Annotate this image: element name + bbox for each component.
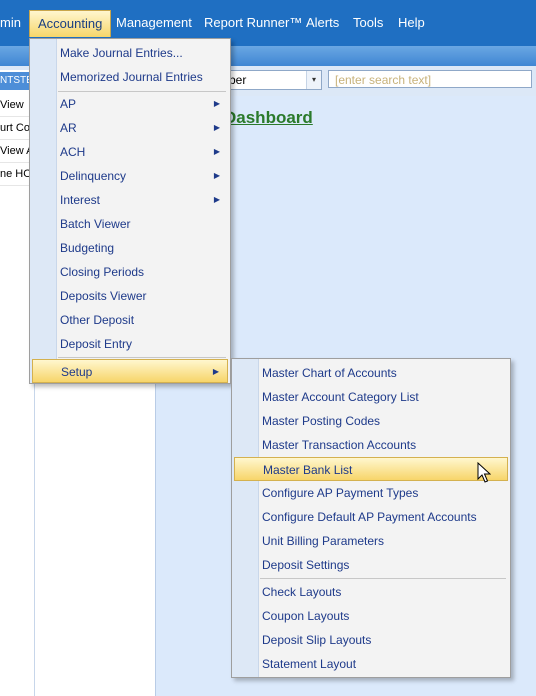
- submenu-arrow-icon: ▶: [213, 99, 220, 108]
- menu-item-label: AP: [60, 97, 77, 111]
- menu-item-configure-default-ap-payment-accounts[interactable]: Configure Default AP Payment Accounts: [234, 505, 508, 529]
- menu-item-coupon-layouts[interactable]: Coupon Layouts: [234, 604, 508, 628]
- menu-item-statement-layout[interactable]: Statement Layout: [234, 652, 508, 676]
- menu-item-other-deposit[interactable]: Other Deposit: [32, 308, 228, 332]
- submenu-arrow-icon: ▶: [213, 195, 220, 204]
- menu-item-make-journal-entries[interactable]: Make Journal Entries...: [32, 41, 228, 65]
- menu-item-master-chart-of-accounts[interactable]: Master Chart of Accounts: [234, 361, 508, 385]
- menu-item-batch-viewer[interactable]: Batch Viewer: [32, 212, 228, 236]
- menu-item-closing-periods[interactable]: Closing Periods: [32, 260, 228, 284]
- menu-item-setup[interactable]: Setup ▶: [32, 359, 228, 383]
- menu-accounting[interactable]: Accounting: [29, 10, 112, 37]
- submenu-arrow-icon: ▶: [213, 147, 220, 156]
- menu-item-ach[interactable]: ACH ▶: [32, 140, 228, 164]
- search-input[interactable]: [enter search text]: [328, 70, 532, 88]
- chevron-down-icon[interactable]: ▾: [306, 71, 321, 89]
- menu-admin[interactable]: min: [0, 0, 29, 46]
- menu-item-label: Setup: [61, 365, 93, 379]
- mouse-pointer-icon: [477, 462, 491, 483]
- submenu-arrow-icon: ▶: [212, 367, 219, 376]
- menu-item-ap[interactable]: AP ▶: [32, 92, 228, 116]
- setup-submenu: Master Chart of Accounts Master Account …: [231, 358, 511, 678]
- menu-item-interest[interactable]: Interest ▶: [32, 188, 228, 212]
- menu-item-memorized-journal-entries[interactable]: Memorized Journal Entries: [32, 65, 228, 89]
- menu-item-unit-billing-parameters[interactable]: Unit Billing Parameters: [234, 529, 508, 553]
- menu-item-ar[interactable]: AR ▶: [32, 116, 228, 140]
- menu-item-label: AR: [60, 121, 77, 135]
- menu-item-label: ACH: [60, 145, 86, 159]
- menu-tools[interactable]: Tools: [345, 0, 391, 46]
- menu-item-master-bank-list[interactable]: Master Bank List: [234, 457, 508, 481]
- menu-item-label: Interest: [60, 193, 101, 207]
- menu-separator: [58, 357, 226, 358]
- menu-item-configure-ap-payment-types[interactable]: Configure AP Payment Types: [234, 481, 508, 505]
- menu-separator: [260, 578, 506, 579]
- submenu-arrow-icon: ▶: [213, 123, 220, 132]
- menu-help[interactable]: Help: [390, 0, 433, 46]
- menu-item-check-layouts[interactable]: Check Layouts: [234, 580, 508, 604]
- menu-item-deposit-entry[interactable]: Deposit Entry: [32, 332, 228, 356]
- combo-value: ber: [229, 73, 247, 87]
- menu-item-delinquency[interactable]: Delinquency ▶: [32, 164, 228, 188]
- menu-alerts[interactable]: Alerts: [298, 0, 347, 46]
- menu-item-deposit-slip-layouts[interactable]: Deposit Slip Layouts: [234, 628, 508, 652]
- submenu-arrow-icon: ▶: [213, 171, 220, 180]
- dashboard-link[interactable]: Dashboard: [224, 108, 313, 128]
- menu-item-budgeting[interactable]: Budgeting: [32, 236, 228, 260]
- menu-item-master-account-category-list[interactable]: Master Account Category List: [234, 385, 508, 409]
- accounting-menu: Make Journal Entries... Memorized Journa…: [29, 38, 231, 384]
- menu-item-master-posting-codes[interactable]: Master Posting Codes: [234, 409, 508, 433]
- menu-item-deposit-settings[interactable]: Deposit Settings: [234, 553, 508, 577]
- search-field-combo[interactable]: ber ▾: [224, 70, 322, 90]
- menu-item-deposits-viewer[interactable]: Deposits Viewer: [32, 284, 228, 308]
- menu-item-label: Delinquency: [60, 169, 127, 183]
- menu-item-master-transaction-accounts[interactable]: Master Transaction Accounts: [234, 433, 508, 457]
